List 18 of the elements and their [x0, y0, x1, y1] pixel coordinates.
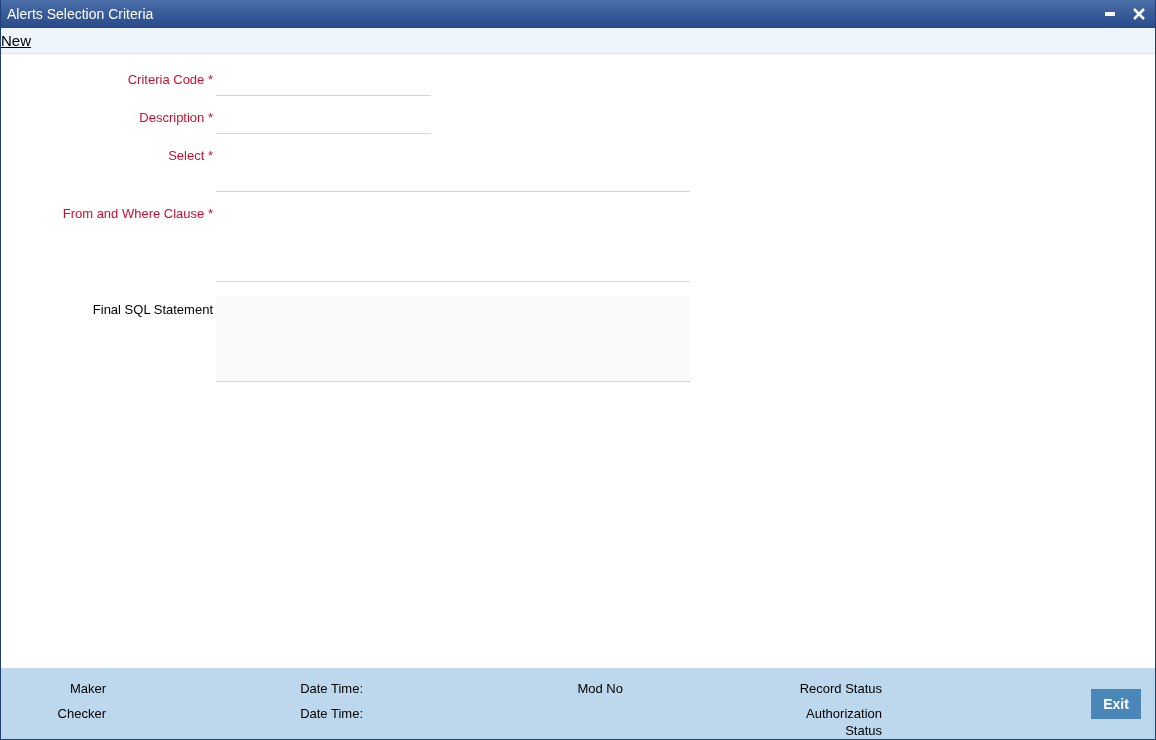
- footer-label: Date Time:: [299, 681, 363, 698]
- field-label: Description *: [139, 110, 214, 127]
- footer-label: Maker: [68, 681, 106, 698]
- footer-label: Record Status: [798, 681, 882, 698]
- field-label: Final SQL Statement: [92, 301, 214, 319]
- field-label: Criteria Code *: [127, 72, 214, 89]
- field-label: From and Where Clause *: [62, 206, 214, 223]
- exit-button[interactable]: Exit: [1091, 688, 1141, 719]
- window-title: Alerts Selection Criteria: [7, 6, 154, 22]
- minimize-icon[interactable]: [1105, 12, 1115, 16]
- footer-label: Date Time:: [299, 706, 363, 723]
- footer-label: Checker: [56, 706, 106, 723]
- field-label: Select *: [168, 148, 214, 165]
- new-link[interactable]: New: [1, 32, 31, 49]
- footer-label: Authorization Status: [805, 706, 882, 739]
- close-icon[interactable]: [1133, 8, 1145, 20]
- footer-label: Mod No: [576, 681, 623, 698]
- readonly-text-area[interactable]: [216, 296, 690, 382]
